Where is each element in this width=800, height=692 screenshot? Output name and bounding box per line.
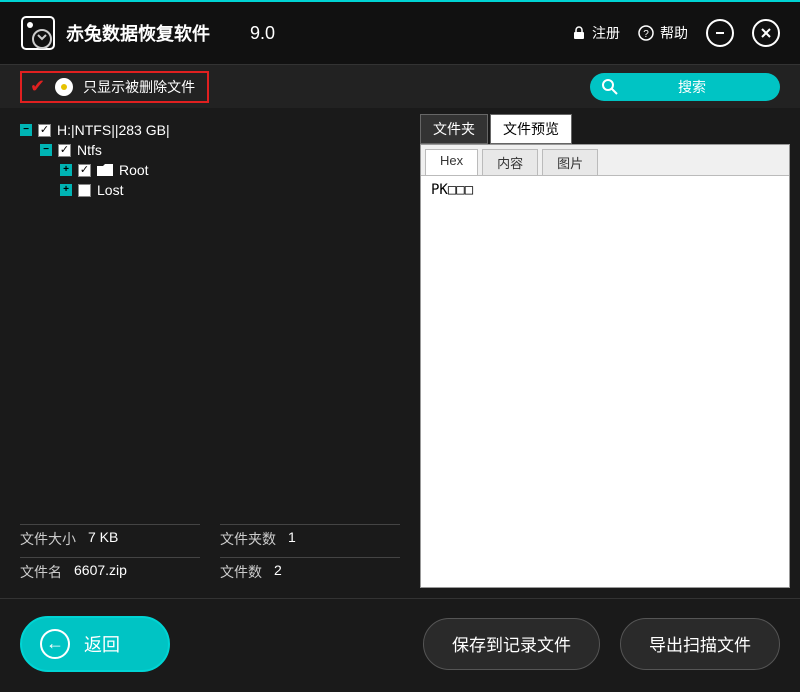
minimize-button[interactable] <box>706 19 734 47</box>
help-link[interactable]: ? 帮助 <box>638 23 688 43</box>
close-icon <box>760 27 772 39</box>
back-button[interactable]: ← 返回 <box>20 616 170 672</box>
folders-label: 文件夹数 <box>220 529 276 549</box>
checkbox[interactable] <box>78 164 91 177</box>
file-stats: 文件大小 7 KB 文件夹数 1 文件名 6607.zip 文件数 2 <box>20 514 400 586</box>
outer-tabs: 文件夹 文件预览 <box>420 114 790 144</box>
size-value: 7 KB <box>88 529 118 549</box>
collapse-icon[interactable]: − <box>40 144 52 156</box>
close-button[interactable] <box>752 19 780 47</box>
tree-label: H:|NTFS||283 GB| <box>57 122 170 138</box>
file-tree: − H:|NTFS||283 GB| − Ntfs + Root + Lo <box>20 120 400 514</box>
tree-label: Root <box>119 162 149 178</box>
register-link[interactable]: 注册 <box>572 23 620 43</box>
tree-node-ntfs[interactable]: − Ntfs <box>20 140 400 160</box>
tab-content[interactable]: 内容 <box>482 149 538 175</box>
tree-node-drive[interactable]: − H:|NTFS||283 GB| <box>20 120 400 140</box>
tree-node-root[interactable]: + Root <box>20 160 400 180</box>
expand-icon[interactable]: + <box>60 184 72 196</box>
app-title: 赤兔数据恢复软件 <box>66 20 210 46</box>
expand-icon[interactable]: + <box>60 164 72 176</box>
files-label: 文件数 <box>220 562 262 582</box>
search-icon <box>602 79 618 95</box>
lock-icon <box>572 26 586 40</box>
back-arrow-icon: ← <box>40 629 70 659</box>
help-icon: ? <box>638 25 654 41</box>
tab-hex[interactable]: Hex <box>425 149 478 175</box>
svg-text:?: ? <box>643 29 649 40</box>
app-version: 9.0 <box>250 23 275 44</box>
left-panel: − H:|NTFS||283 GB| − Ntfs + Root + Lo <box>0 108 420 598</box>
collapse-icon[interactable]: − <box>20 124 32 136</box>
minimize-icon <box>714 27 726 39</box>
register-label: 注册 <box>592 23 620 43</box>
tree-label: Ntfs <box>77 142 102 158</box>
filter-label: 只显示被删除文件 <box>83 77 195 97</box>
checkbox[interactable] <box>58 144 71 157</box>
preview-content: PK□□□ <box>421 176 789 587</box>
help-label: 帮助 <box>660 23 688 43</box>
folders-value: 1 <box>288 529 296 549</box>
name-label: 文件名 <box>20 562 62 582</box>
toolbar: ✔ 只显示被删除文件 搜索 <box>0 64 800 108</box>
app-icon <box>20 15 56 51</box>
preview-box: Hex 内容 图片 PK□□□ <box>420 144 790 588</box>
tab-image[interactable]: 图片 <box>542 149 598 175</box>
tab-folder[interactable]: 文件夹 <box>420 114 488 144</box>
tab-preview[interactable]: 文件预览 <box>490 114 572 144</box>
tree-label: Lost <box>97 182 123 198</box>
export-scan-button[interactable]: 导出扫描文件 <box>620 618 780 670</box>
checkbox[interactable] <box>78 184 91 197</box>
search-label: 搜索 <box>678 77 706 97</box>
radio-icon <box>55 78 73 96</box>
folder-icon <box>97 164 113 176</box>
inner-tabs: Hex 内容 图片 <box>421 145 789 176</box>
preview-panel: 文件夹 文件预览 Hex 内容 图片 PK□□□ <box>420 108 800 598</box>
footer: ← 返回 保存到记录文件 导出扫描文件 <box>0 598 800 688</box>
files-value: 2 <box>274 562 282 582</box>
back-label: 返回 <box>84 631 120 657</box>
filter-deleted-toggle[interactable]: ✔ 只显示被删除文件 <box>20 71 209 103</box>
checkbox[interactable] <box>38 124 51 137</box>
tree-node-lost[interactable]: + Lost <box>20 180 400 200</box>
save-record-button[interactable]: 保存到记录文件 <box>423 618 600 670</box>
size-label: 文件大小 <box>20 529 76 549</box>
checkmark-icon: ✔ <box>30 76 45 97</box>
search-button[interactable]: 搜索 <box>590 73 780 101</box>
name-value: 6607.zip <box>74 562 127 582</box>
title-bar: 赤兔数据恢复软件 9.0 注册 ? 帮助 <box>0 0 800 64</box>
